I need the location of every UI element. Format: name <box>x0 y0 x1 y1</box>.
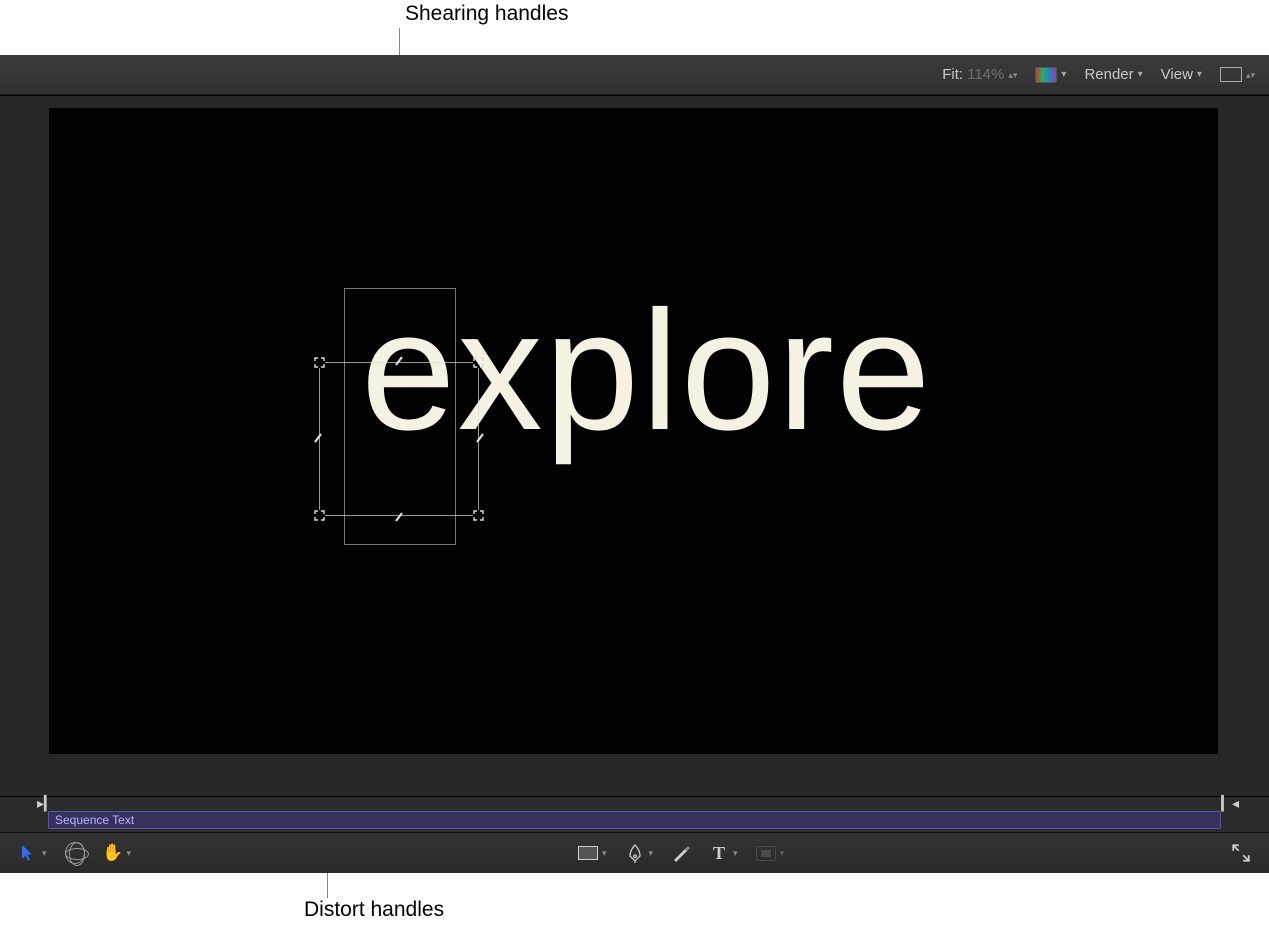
brush-icon <box>671 843 691 863</box>
chevron-down-icon: ▾ <box>780 848 785 859</box>
3d-transform-tool[interactable] <box>61 841 89 865</box>
chevron-down-icon: ▾ <box>602 848 607 859</box>
color-channel-dropdown[interactable]: ▾ <box>1035 67 1066 83</box>
selection-edge <box>319 368 320 510</box>
stepper-icon: ▴▾ <box>1246 72 1255 78</box>
shape-tool[interactable]: ▾ <box>574 841 611 865</box>
viewer-canvas-area[interactable]: explore <box>0 95 1269 797</box>
viewport-layout-dropdown[interactable]: ▴▾ <box>1220 67 1255 82</box>
selection-edge <box>325 515 473 516</box>
viewport-layout-icon <box>1220 67 1242 82</box>
distort-handle-bottom-right[interactable] <box>473 510 484 521</box>
fullscreen-button[interactable] <box>1227 841 1255 865</box>
pen-icon <box>625 843 645 863</box>
zoom-fit-value: 114% <box>967 66 1004 83</box>
zoom-stepper-icon: ▴▾ <box>1008 72 1017 78</box>
pan-tool[interactable]: ✋ ▾ <box>99 841 136 865</box>
app-window: Fit: 114% ▴▾ ▾ Render ▾ View ▾ ▴▾ explor… <box>0 55 1269 873</box>
mask-icon <box>756 843 776 863</box>
chevron-down-icon: ▾ <box>42 848 47 859</box>
text-icon: T <box>709 843 729 863</box>
view-dropdown[interactable]: View ▾ <box>1161 66 1202 83</box>
chevron-down-icon: ▾ <box>1197 69 1202 80</box>
rectangle-icon <box>578 843 598 863</box>
chevron-down-icon: ▾ <box>127 848 132 859</box>
distort-handle-bottom-left[interactable] <box>314 510 325 521</box>
expand-icon <box>1231 843 1251 863</box>
callout-shearing-label: Shearing handles <box>405 2 568 26</box>
distort-handle-top-left[interactable] <box>314 357 325 368</box>
pen-tool[interactable]: ▾ <box>621 841 658 865</box>
viewer-bottom-toolbar: ▾ ✋ ▾ ▾ ▾ T ▾ <box>0 833 1269 873</box>
chevron-down-icon: ▾ <box>649 848 654 859</box>
in-point-marker-icon[interactable]: ▸▎ <box>37 795 55 812</box>
mini-timeline[interactable]: ▸▎ ▎◂ Sequence Text <box>0 797 1269 833</box>
canvas-frame: explore <box>49 108 1218 754</box>
render-dropdown[interactable]: Render ▾ <box>1084 66 1142 83</box>
callout-distort-label: Distort handles <box>304 898 444 922</box>
render-label: Render <box>1084 66 1133 83</box>
chevron-down-icon: ▾ <box>733 848 738 859</box>
mask-tool[interactable]: ▾ <box>752 841 789 865</box>
chevron-down-icon: ▾ <box>1061 69 1066 80</box>
timeline-ruler[interactable]: ▸▎ ▎◂ <box>0 797 1269 811</box>
canvas-text-layer: explore <box>361 273 933 469</box>
hand-icon: ✋ <box>103 843 123 863</box>
shear-handle-left[interactable] <box>312 432 324 444</box>
shear-handle-bottom[interactable] <box>393 511 405 523</box>
viewer-top-toolbar: Fit: 114% ▴▾ ▾ Render ▾ View ▾ ▴▾ <box>0 55 1269 95</box>
timeline-clip-sequence-text[interactable]: Sequence Text <box>48 811 1221 829</box>
zoom-fit-label: Fit: <box>942 66 963 83</box>
paint-stroke-tool[interactable] <box>667 841 695 865</box>
view-label: View <box>1161 66 1193 83</box>
3d-orbit-icon <box>65 843 85 863</box>
pointer-icon <box>18 843 38 863</box>
text-tool[interactable]: T ▾ <box>705 841 742 865</box>
out-point-marker-icon[interactable]: ▎◂ <box>1221 795 1239 812</box>
select-tool[interactable]: ▾ <box>14 841 51 865</box>
color-channel-icon <box>1035 67 1057 83</box>
zoom-fit-control[interactable]: Fit: 114% ▴▾ <box>942 66 1017 83</box>
chevron-down-icon: ▾ <box>1138 69 1143 80</box>
